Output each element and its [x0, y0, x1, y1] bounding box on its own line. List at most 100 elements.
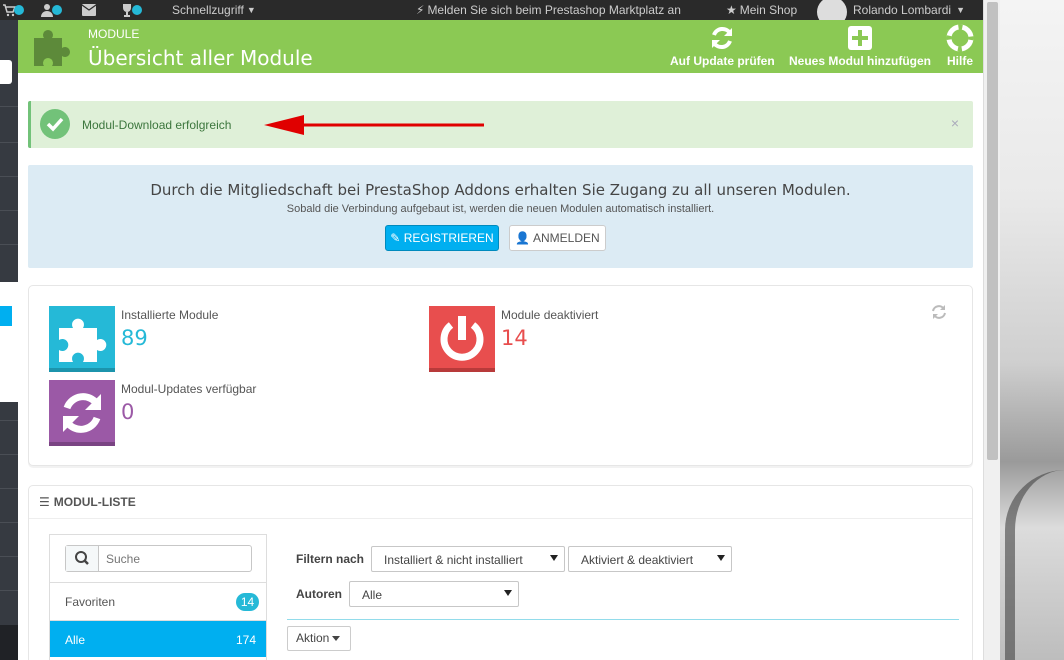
check-update-button[interactable]: Auf Update prüfen	[670, 24, 775, 68]
category-panel: Favoriten 14 Alle 174	[49, 534, 267, 660]
heading-divider	[29, 518, 972, 519]
close-icon[interactable]: ×	[951, 115, 959, 131]
bulk-action-button[interactable]: Aktion	[287, 626, 351, 651]
module-search	[65, 545, 252, 572]
list-icon: ☰	[39, 495, 50, 509]
sidebar-divider	[0, 590, 18, 591]
category-label: Favoriten	[65, 595, 116, 609]
shop-label: Mein Shop	[739, 3, 798, 17]
authors-select[interactable]: Alle	[349, 581, 519, 607]
sidebar-divider	[0, 488, 18, 489]
category-count-badge: 14	[236, 593, 259, 611]
caret-down-icon	[332, 636, 341, 642]
admin-topbar: Schnellzugriff ▼ ⚡ Melden Sie sich beim …	[0, 0, 983, 27]
red-arrow-annotation	[264, 115, 484, 135]
power-icon[interactable]	[429, 306, 495, 372]
shop-link[interactable]: ★ Mein Shop	[726, 1, 797, 19]
star-icon: ★	[726, 3, 737, 17]
sidebar-divider	[0, 106, 18, 107]
plug-icon: ⚡	[416, 3, 425, 17]
puzzle-icon	[34, 30, 70, 66]
module-stats-panel: Installierte Module 89 Module deaktivier…	[28, 285, 973, 466]
addons-info-panel: Durch die Mitgliedschaft bei PrestaShop …	[28, 165, 973, 268]
sidebar-divider	[0, 244, 18, 245]
category-item-favorites[interactable]: Favoriten 14	[50, 582, 266, 619]
sidebar-item-active[interactable]	[0, 306, 12, 326]
trophy-icon[interactable]	[120, 1, 142, 19]
pencil-icon: ✎	[390, 231, 401, 245]
sidebar-footer	[0, 625, 18, 660]
sidebar-search-stub[interactable]	[0, 60, 12, 84]
register-label: REGISTRIEREN	[403, 231, 494, 245]
install-filter-select[interactable]: Installiert & nicht installiert	[371, 546, 565, 572]
success-message: Modul-Download erfolgreich	[82, 118, 232, 132]
page-header: MODULE Übersicht aller Module Auf Update…	[18, 20, 983, 73]
notification-badge	[132, 5, 142, 15]
status-filter-value: Aktiviert & deaktiviert	[581, 553, 694, 567]
install-filter-value: Installiert & nicht installiert	[384, 553, 523, 567]
addons-subline: Sobald die Verbindung aufgebaut ist, wer…	[286, 203, 715, 215]
register-button[interactable]: ✎ REGISTRIEREN	[385, 225, 499, 251]
action-label: Aktion	[296, 631, 330, 645]
status-filter-select[interactable]: Aktiviert & deaktiviert	[568, 546, 732, 572]
updates-count[interactable]: 0	[121, 400, 134, 424]
search-input[interactable]	[100, 546, 250, 571]
category-item-all[interactable]: Alle 174	[50, 620, 266, 657]
user-icon: 👤	[515, 231, 531, 245]
category-count: 174	[235, 633, 256, 647]
category-label: Alle	[65, 633, 86, 647]
notification-badge	[52, 5, 62, 15]
sidebar-divider	[0, 210, 18, 211]
sidebar-divider	[0, 176, 18, 177]
breadcrumb[interactable]: MODULE	[88, 27, 139, 41]
add-module-label: Neues Modul hinzufügen	[789, 54, 931, 68]
marketplace-label: Melden Sie sich beim Prestashop Marktpla…	[427, 3, 681, 17]
check-circle-icon	[40, 109, 70, 139]
refresh-stats-icon[interactable]	[931, 304, 947, 320]
caret-down-icon	[717, 555, 725, 561]
help-button[interactable]: Hilfe	[946, 24, 974, 68]
admin-sidebar	[0, 20, 18, 625]
page-title: Übersicht aller Module	[88, 46, 313, 70]
sidebar-submenu	[0, 282, 18, 402]
installed-count[interactable]: 89	[121, 326, 148, 350]
marketplace-link[interactable]: ⚡ Melden Sie sich beim Prestashop Marktp…	[416, 1, 681, 19]
check-update-label: Auf Update prüfen	[670, 54, 775, 68]
puzzle-icon[interactable]	[49, 306, 115, 372]
login-label: ANMELDEN	[532, 231, 600, 245]
login-button[interactable]: 👤 ANMELDEN	[509, 225, 606, 251]
sidebar-divider	[0, 454, 18, 455]
caret-down-icon	[504, 590, 512, 596]
installed-label: Installierte Module	[121, 308, 219, 322]
page-scrollbar[interactable]	[983, 0, 1000, 660]
notification-badge	[14, 5, 24, 15]
scrollbar-thumb[interactable]	[987, 2, 998, 460]
help-label: Hilfe	[946, 54, 973, 68]
user-name: Rolando Lombardi	[853, 3, 952, 17]
user-menu[interactable]: Rolando Lombardi ▼	[817, 0, 965, 27]
quick-access-label: Schnellzugriff	[172, 3, 244, 17]
success-alert: Modul-Download erfolgreich ×	[28, 101, 973, 148]
main-content: MODULE Übersicht aller Module Auf Update…	[18, 20, 983, 660]
lifebuoy-icon	[946, 24, 974, 52]
refresh-icon[interactable]	[49, 380, 115, 446]
message-icon[interactable]	[82, 1, 96, 19]
updates-label: Modul-Updates verfügbar	[121, 382, 257, 396]
authors-label: Autoren	[296, 587, 342, 601]
refresh-icon	[712, 27, 733, 49]
desktop-decoration	[1005, 470, 1064, 660]
quick-access-menu[interactable]: Schnellzugriff ▼	[172, 1, 256, 19]
filter-divider	[287, 619, 959, 620]
customer-icon[interactable]	[40, 1, 62, 19]
caret-down-icon: ▼	[246, 5, 256, 15]
module-list-panel: ☰ MODUL-LISTE Favoriten 14 Alle 174 Filt…	[28, 485, 973, 660]
plus-square-icon	[848, 26, 872, 50]
sidebar-divider	[0, 142, 18, 143]
cart-icon[interactable]	[2, 1, 24, 19]
filter-label: Filtern nach	[296, 552, 365, 566]
module-list-heading: ☰ MODUL-LISTE	[39, 495, 136, 509]
add-module-button[interactable]: Neues Modul hinzufügen	[789, 24, 931, 68]
disabled-count[interactable]: 14	[501, 326, 528, 350]
module-list-title: MODUL-LISTE	[53, 495, 136, 509]
caret-down-icon: ▼	[956, 5, 965, 15]
